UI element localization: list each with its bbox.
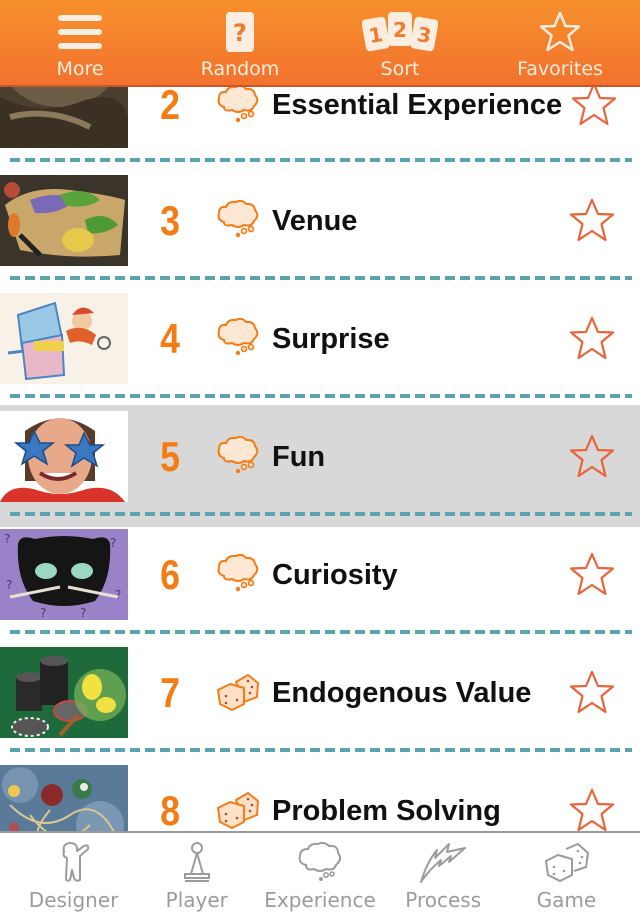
lightning-bolt-icon (419, 837, 467, 887)
lens-number: 8 (160, 787, 180, 832)
svg-text:?: ? (4, 532, 10, 546)
top-toolbar: More ? Random 1 2 3 Sort Favorites (0, 0, 640, 87)
random-button[interactable]: ? Random (160, 0, 320, 85)
row-divider (10, 630, 632, 634)
poker-chips-image (0, 647, 128, 738)
row-divider (10, 276, 632, 280)
tab-game-label: Game (536, 888, 597, 912)
favorite-star-icon[interactable] (568, 787, 616, 832)
thought-cloud-icon (216, 199, 260, 240)
favorite-star-icon[interactable] (570, 81, 618, 127)
lens-number: 3 (160, 197, 180, 244)
row-divider (10, 512, 632, 516)
thought-cloud-icon (216, 317, 260, 358)
tab-experience[interactable]: Experience (258, 833, 381, 920)
tangled-marbles-image (0, 765, 128, 832)
star-icon (538, 7, 582, 57)
lens-title: Endogenous Value (272, 677, 532, 709)
lens-number: 7 (160, 669, 180, 716)
lens-list[interactable]: 2 Essential Experience 3 Venue 4 Surpris… (0, 0, 640, 832)
svg-text:?: ? (80, 606, 86, 620)
svg-text:?: ? (6, 578, 12, 592)
tab-player[interactable]: Player (135, 833, 258, 920)
thought-cloud-icon (216, 84, 260, 125)
thought-cloud-icon (296, 837, 344, 887)
tab-process[interactable]: Process (382, 833, 505, 920)
lens-number: 2 (160, 81, 180, 128)
lens-title: Venue (272, 205, 358, 237)
dice-icon (216, 672, 260, 712)
favorite-star-icon[interactable] (568, 197, 616, 243)
jack-in-the-box-image (0, 293, 128, 384)
lens-title: Essential Experience (272, 89, 563, 121)
dice-icon (542, 837, 590, 887)
cat-mask-image: ??? ??? (0, 529, 128, 620)
bottom-tab-bar: Designer Player Experience Process Game (0, 831, 640, 920)
favorite-star-icon[interactable] (568, 551, 616, 597)
tab-experience-label: Experience (264, 888, 376, 912)
tab-designer-label: Designer (28, 888, 119, 912)
pawn-icon (181, 837, 213, 887)
dice-icon (216, 790, 260, 830)
lens-number: 4 (160, 315, 180, 362)
favorites-label: Favorites (517, 58, 603, 80)
favorite-star-icon[interactable] (568, 315, 616, 361)
tab-game[interactable]: Game (505, 833, 628, 920)
lens-title: Curiosity (272, 559, 398, 591)
game-map-image (0, 175, 128, 266)
star-glasses-man-image (0, 411, 128, 502)
lens-row[interactable]: 8 Problem Solving (0, 765, 640, 832)
hamburger-menu-icon (57, 7, 103, 57)
thought-cloud-icon (216, 435, 260, 476)
sort-button[interactable]: 1 2 3 Sort (320, 0, 480, 85)
tab-designer[interactable]: Designer (12, 833, 135, 920)
lens-title: Problem Solving (272, 795, 501, 827)
more-label: More (56, 58, 104, 80)
row-divider (10, 158, 632, 162)
lens-number: 5 (160, 433, 180, 480)
svg-text:?: ? (115, 588, 121, 602)
random-label: Random (200, 58, 280, 80)
lens-title: Fun (272, 441, 326, 473)
svg-text:?: ? (233, 19, 247, 47)
lens-number: 6 (160, 551, 180, 598)
row-divider (10, 748, 632, 752)
favorite-star-icon[interactable] (568, 433, 616, 479)
tab-player-label: Player (165, 888, 228, 912)
numbered-cards-icon: 1 2 3 (362, 7, 438, 57)
sort-label: Sort (380, 58, 420, 80)
svg-text:?: ? (110, 536, 116, 550)
more-button[interactable]: More (0, 0, 160, 85)
favorites-button[interactable]: Favorites (480, 0, 640, 85)
question-card-icon: ? (225, 7, 255, 57)
svg-text:?: ? (40, 606, 46, 620)
tab-process-label: Process (405, 888, 482, 912)
lens-title: Surprise (272, 323, 390, 355)
favorite-star-icon[interactable] (568, 669, 616, 715)
designer-figure-icon (56, 837, 92, 887)
svg-text:2: 2 (393, 18, 407, 42)
thought-cloud-icon (216, 553, 260, 594)
row-divider (10, 394, 632, 398)
